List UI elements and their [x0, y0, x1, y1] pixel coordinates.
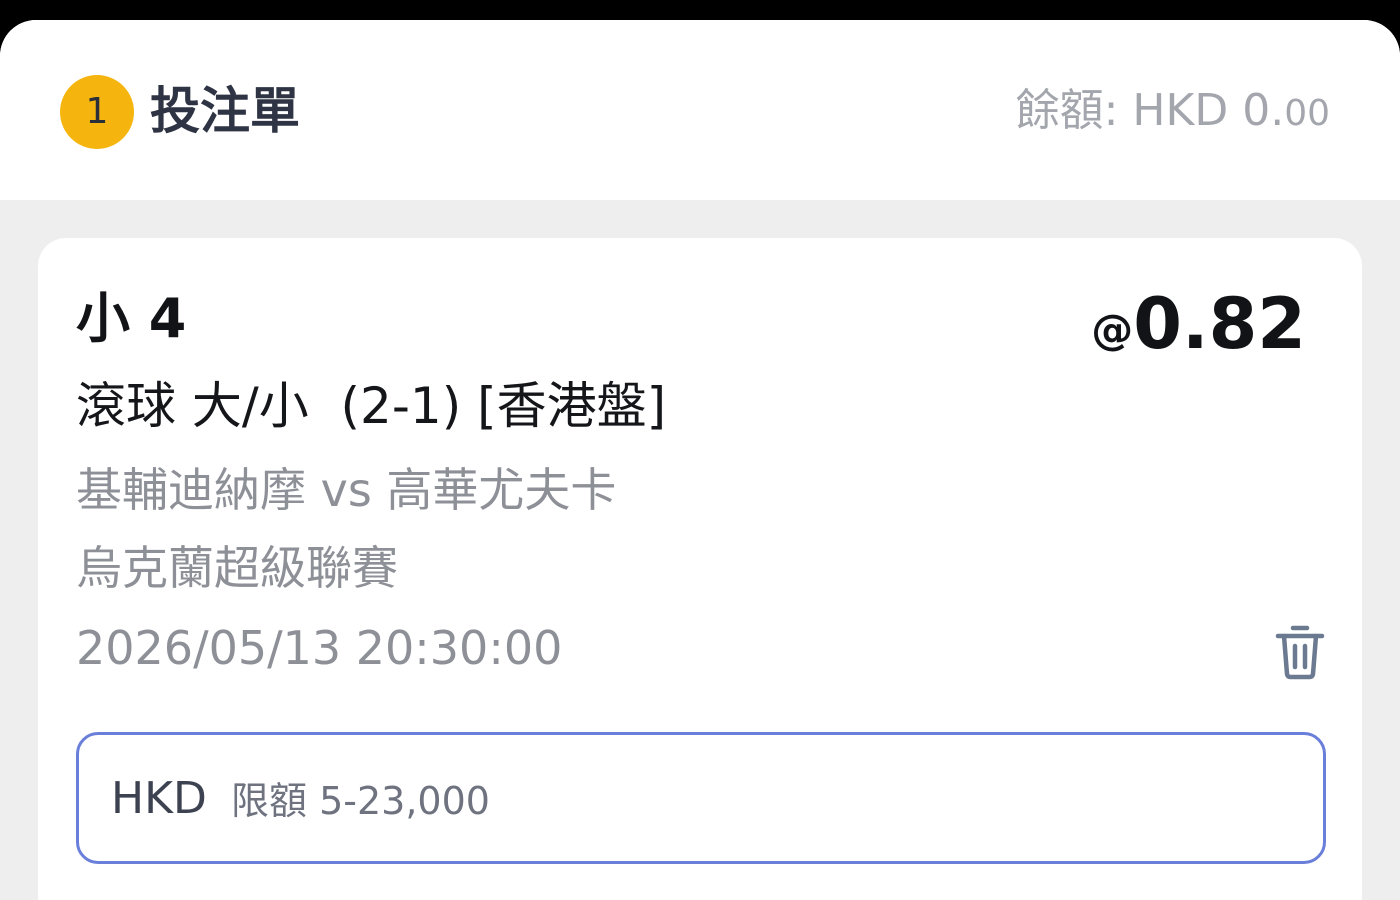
balance-decimals: 00 — [1284, 93, 1330, 134]
balance-display: 餘額: HKD 0.00 — [1016, 82, 1330, 143]
stake-field[interactable]: HKD — [76, 732, 1326, 864]
bet-slip-title: 投注單 — [150, 82, 300, 140]
bet-slip-sheet: 1 投注單 餘額: HKD 0.00 小 4 @0.82 滾球 大/小 (2-1… — [0, 20, 1400, 900]
stake-currency: HKD — [111, 773, 207, 824]
bet-slip-header: 1 投注單 餘額: HKD 0.00 — [0, 20, 1400, 200]
match-datetime: 2026/05/13 20:30:00 — [76, 621, 563, 675]
bet-market: 滾球 大/小 (2-1) [香港盤] — [76, 377, 667, 435]
bet-odds: @0.82 — [1091, 284, 1306, 383]
league-name: 烏克蘭超級聯賽 — [76, 541, 398, 595]
bet-count-badge: 1 — [60, 75, 134, 149]
trash-icon[interactable] — [1274, 623, 1326, 681]
stake-input[interactable] — [231, 773, 1291, 829]
match-name: 基輔迪納摩 vs 高華尤夫卡 — [76, 463, 617, 517]
bet-card: 小 4 @0.82 滾球 大/小 (2-1) [香港盤] 基輔迪納摩 vs 高華… — [38, 238, 1362, 900]
odds-prefix: @ — [1091, 305, 1134, 354]
balance-label: 餘額: HKD 0. — [1015, 85, 1285, 136]
odds-value: 0.82 — [1133, 283, 1306, 365]
bet-selection: 小 4 — [76, 287, 187, 350]
